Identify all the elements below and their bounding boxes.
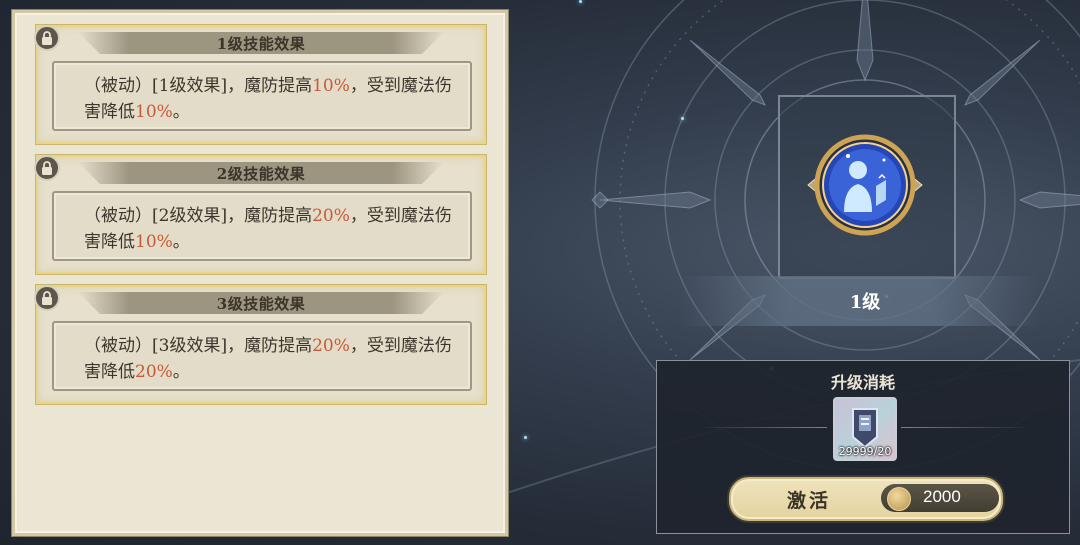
- sparkle: [681, 117, 684, 120]
- price-value: 2000: [923, 487, 961, 506]
- upgrade-item-slot[interactable]: 29999/20: [833, 397, 897, 461]
- skill-card-level-3: 3级技能效果 （被动）[3级效果]，魔防提高20%，受到魔法伤害降低20%。: [34, 285, 486, 404]
- item-count: 29999/20: [838, 445, 892, 458]
- activate-button[interactable]: 激活 2000: [729, 477, 1003, 521]
- skill-effects-panel[interactable]: 1级技能效果 （被动）[1级效果]，魔防提高10%，受到魔法伤害降低10%。 2…: [12, 10, 508, 536]
- divider: [901, 427, 1031, 428]
- divider: [697, 427, 827, 428]
- gold-coin-icon: [887, 487, 911, 511]
- shield-person-icon[interactable]: [800, 130, 930, 240]
- skill-card-title: 1级技能效果: [216, 35, 306, 53]
- game-screen: 1级技能效果 （被动）[1级效果]，魔防提高10%，受到魔法伤害降低10%。 2…: [0, 0, 1080, 545]
- skill-description: （被动）[1级效果]，魔防提高10%，受到魔法伤害降低10%。: [84, 76, 452, 122]
- upgrade-cost-title: 升级消耗: [830, 373, 895, 392]
- skill-card-title: 2级技能效果: [216, 165, 306, 183]
- activate-label: 激活: [787, 490, 832, 512]
- sparkle: [579, 0, 582, 3]
- sparkle: [524, 436, 527, 439]
- skill-card-body: （被动）[2级效果]，魔防提高20%，受到魔法伤害降低10%。: [52, 191, 472, 261]
- skill-card-level-1: 1级技能效果 （被动）[1级效果]，魔防提高10%，受到魔法伤害降低10%。: [34, 25, 486, 144]
- skill-level-label: 1级: [849, 292, 881, 313]
- skill-card-title: 3级技能效果: [216, 295, 306, 313]
- skill-card-body: （被动）[3级效果]，魔防提高20%，受到魔法伤害降低20%。: [52, 321, 472, 391]
- skill-description: （被动）[2级效果]，魔防提高20%，受到魔法伤害降低10%。: [84, 206, 452, 252]
- skill-description: （被动）[3级效果]，魔防提高20%，受到魔法伤害降低20%。: [84, 336, 452, 382]
- skill-card-body: （被动）[1级效果]，魔防提高10%，受到魔法伤害降低10%。: [52, 61, 472, 131]
- price-pill: 2000: [881, 484, 999, 512]
- upgrade-cost-panel: 升级消耗 29999/20 激活 2000: [656, 360, 1070, 534]
- skill-card-level-2: 2级技能效果 （被动）[2级效果]，魔防提高20%，受到魔法伤害降低10%。: [34, 155, 486, 274]
